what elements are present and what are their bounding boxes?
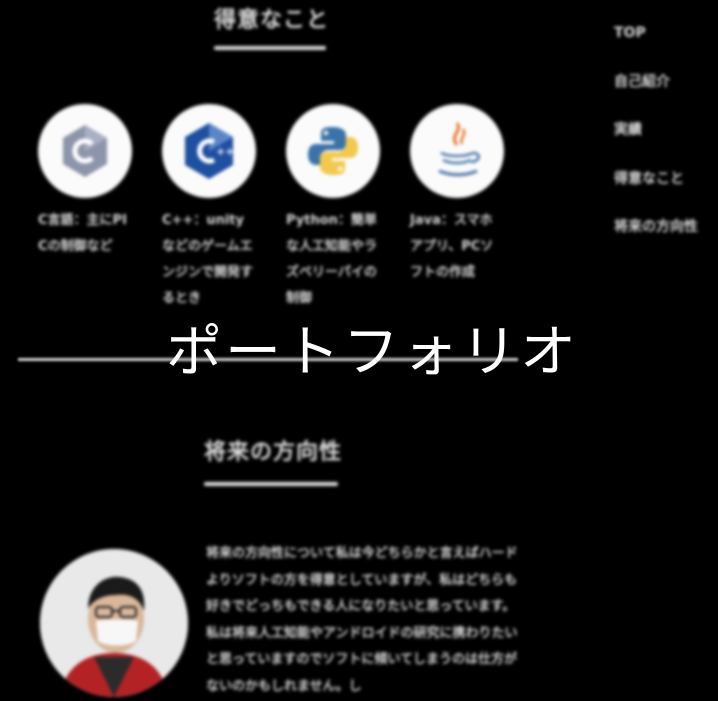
future-title-underline	[204, 482, 338, 486]
nav-item-future[interactable]: 将来の方向性	[614, 216, 714, 265]
future-description: 将来の方向性について私は今どちらかと言えばハードよりソフトの方を得意としています…	[206, 546, 518, 694]
skills-title: 得意なこと	[214, 8, 330, 33]
future-title: 将来の方向性	[204, 440, 343, 465]
skill-text-cpp: C++：unityなどのゲームエンジンで開発するとき	[162, 213, 254, 306]
cpp-icon: ++	[162, 104, 256, 198]
avatar	[40, 549, 188, 697]
skill-item-python: Python：簡単な人工知能やラズベリーパイの制御	[286, 104, 386, 312]
hero-title: ポートフォリオ	[166, 320, 579, 385]
java-icon	[410, 104, 504, 198]
nav-item-achievements[interactable]: 実績	[614, 119, 714, 168]
nav-item-top[interactable]: TOP	[614, 22, 714, 71]
skills-title-underline	[214, 46, 326, 50]
skill-text-java: Java：スマホアプリ、PCソフトの作成	[410, 213, 494, 280]
nav-item-skills[interactable]: 得意なこと	[614, 168, 714, 217]
skill-text-python: Python：簡単な人工知能やラズベリーパイの制御	[286, 213, 378, 306]
python-icon	[286, 104, 380, 198]
skill-item-c: C言語：主にPICの制御など	[38, 104, 138, 260]
side-nav: TOP 自己紹介 実績 得意なこと 将来の方向性	[614, 22, 714, 265]
skill-item-cpp: ++ C++：unityなどのゲームエンジンで開発するとき	[162, 104, 262, 312]
svg-text:++: ++	[216, 145, 234, 158]
skill-text-c: C言語：主にPICの制御など	[38, 213, 127, 254]
nav-item-self-introduction[interactable]: 自己紹介	[614, 71, 714, 120]
c-language-icon	[38, 104, 132, 198]
skill-item-java: Java：スマホアプリ、PCソフトの作成	[410, 104, 510, 286]
